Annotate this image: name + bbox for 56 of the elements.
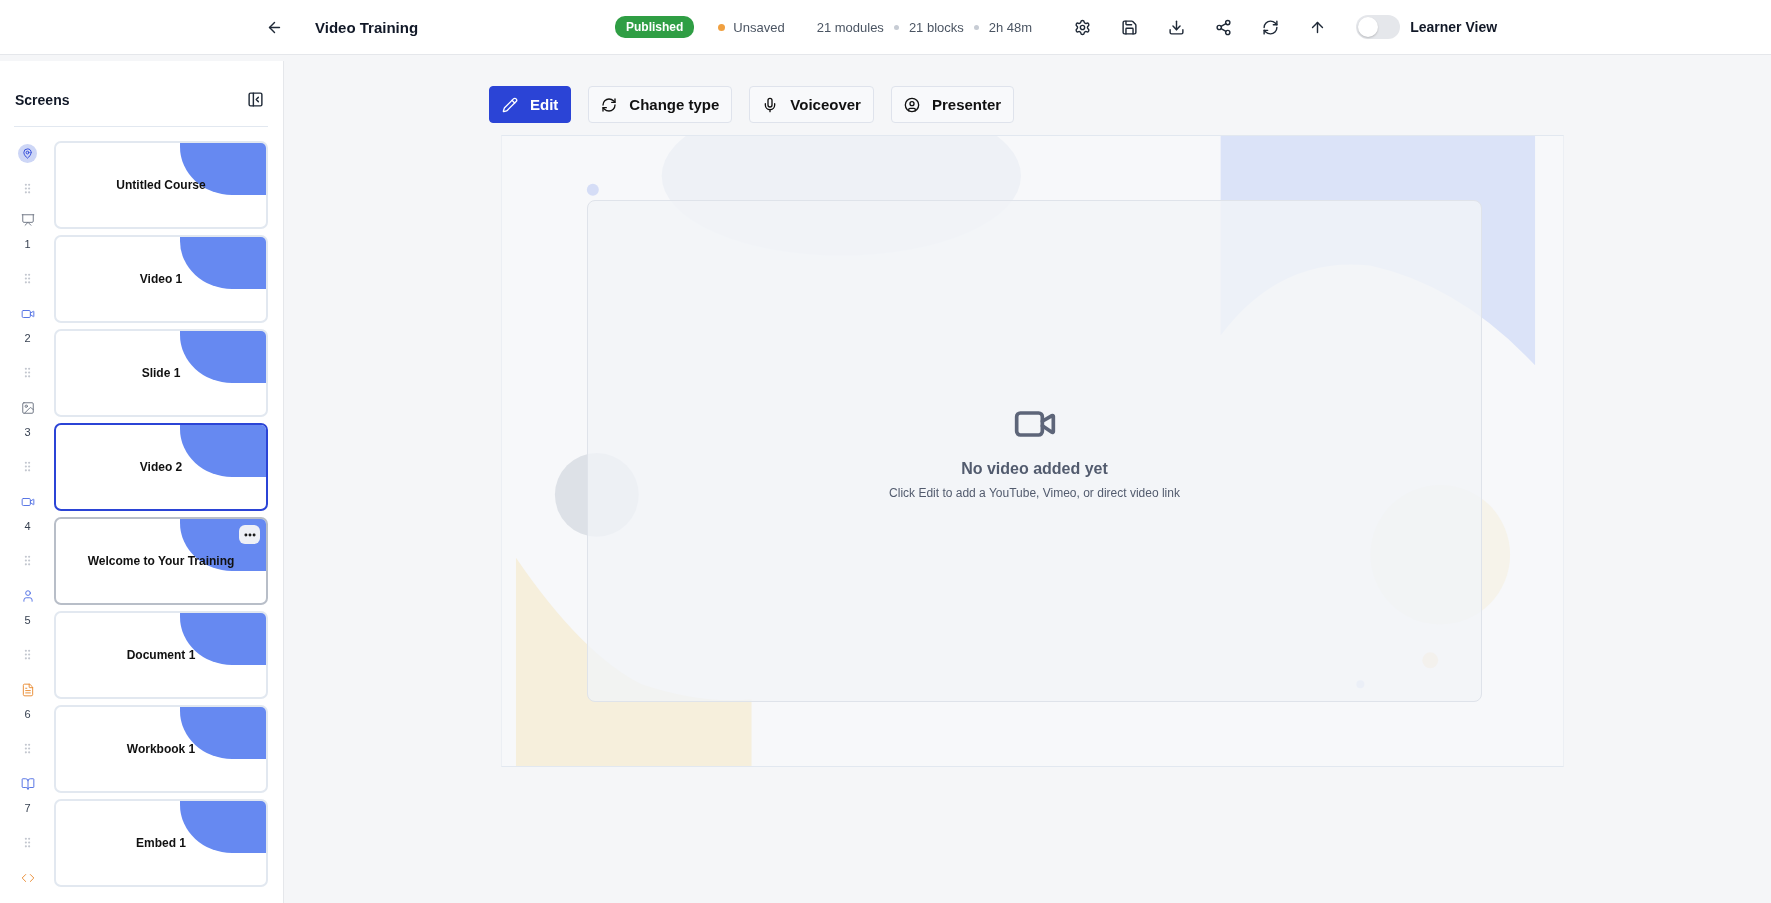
start-pin-icon [18, 144, 37, 163]
stat-text: 21 blocks [908, 19, 964, 35]
separator-dot [893, 24, 899, 30]
video-camera-icon [20, 495, 35, 509]
settings-icon [1074, 18, 1092, 36]
screen-card[interactable]: Slide 1 [54, 329, 268, 417]
download-icon [1168, 18, 1186, 36]
screen-number: 1 [24, 238, 31, 250]
screen-number: 4 [24, 520, 31, 532]
book-icon [20, 777, 35, 791]
unsaved-dot [718, 23, 726, 31]
toolbar-button[interactable]: Voiceover [749, 86, 874, 123]
presentation-icon [20, 213, 35, 227]
document-icon [20, 683, 35, 697]
user-circle-icon [903, 96, 920, 113]
screen-card[interactable]: Video 1 [54, 235, 268, 323]
code-icon [20, 871, 35, 885]
toolbar-button[interactable]: Edit [489, 86, 572, 123]
screen-title: Document 1 [126, 648, 196, 662]
panel-title: Screens [15, 91, 70, 108]
screen-card[interactable]: Document 1 [54, 611, 268, 699]
screen-title: Workbook 1 [126, 742, 196, 756]
refresh-icon [1262, 18, 1280, 36]
screen-number: 2 [24, 332, 31, 344]
empty-title: No video added yet [961, 460, 1108, 478]
screen-title: Untitled Course [116, 178, 206, 192]
screen-card[interactable]: Untitled Course [54, 141, 268, 229]
course-title: Video Training [315, 18, 420, 36]
stat-text: 21 modules [816, 19, 884, 35]
screen-title: Slide 1 [141, 366, 181, 380]
person-icon [20, 589, 35, 603]
toolbar-button[interactable]: Change type [588, 86, 733, 123]
toolbar-button[interactable]: Presenter [890, 86, 1015, 123]
screen-card[interactable]: Workbook 1 [54, 705, 268, 793]
image-icon [20, 401, 35, 415]
screen-card[interactable]: Embed 1 [54, 799, 268, 887]
screen-title: Embed 1 [136, 836, 186, 850]
screen-number: 5 [24, 614, 31, 626]
toggle-label: Learner View [1410, 19, 1498, 35]
learner-view-toggle[interactable] [1356, 15, 1401, 39]
collapse-panel-icon [247, 91, 264, 108]
video-camera-icon [20, 307, 35, 321]
screen-card[interactable]: Video 2 [54, 423, 268, 511]
screen-title: Video 2 [139, 460, 183, 474]
screen-title: Video 1 [139, 272, 183, 286]
pencil-icon [502, 96, 518, 113]
stat-text: 2h 48m [988, 19, 1033, 35]
share-icon [1215, 18, 1233, 36]
screen-number: 7 [24, 802, 31, 814]
screen-number: 6 [24, 708, 31, 720]
save-status: Unsaved [733, 19, 785, 35]
status-badge: Published [615, 16, 695, 38]
screen-number: 3 [24, 426, 31, 438]
separator-dot [973, 24, 979, 30]
refresh-icon [601, 96, 618, 113]
empty-hint: Click Edit to add a YouTube, Vimeo, or direct video link [889, 486, 1180, 500]
